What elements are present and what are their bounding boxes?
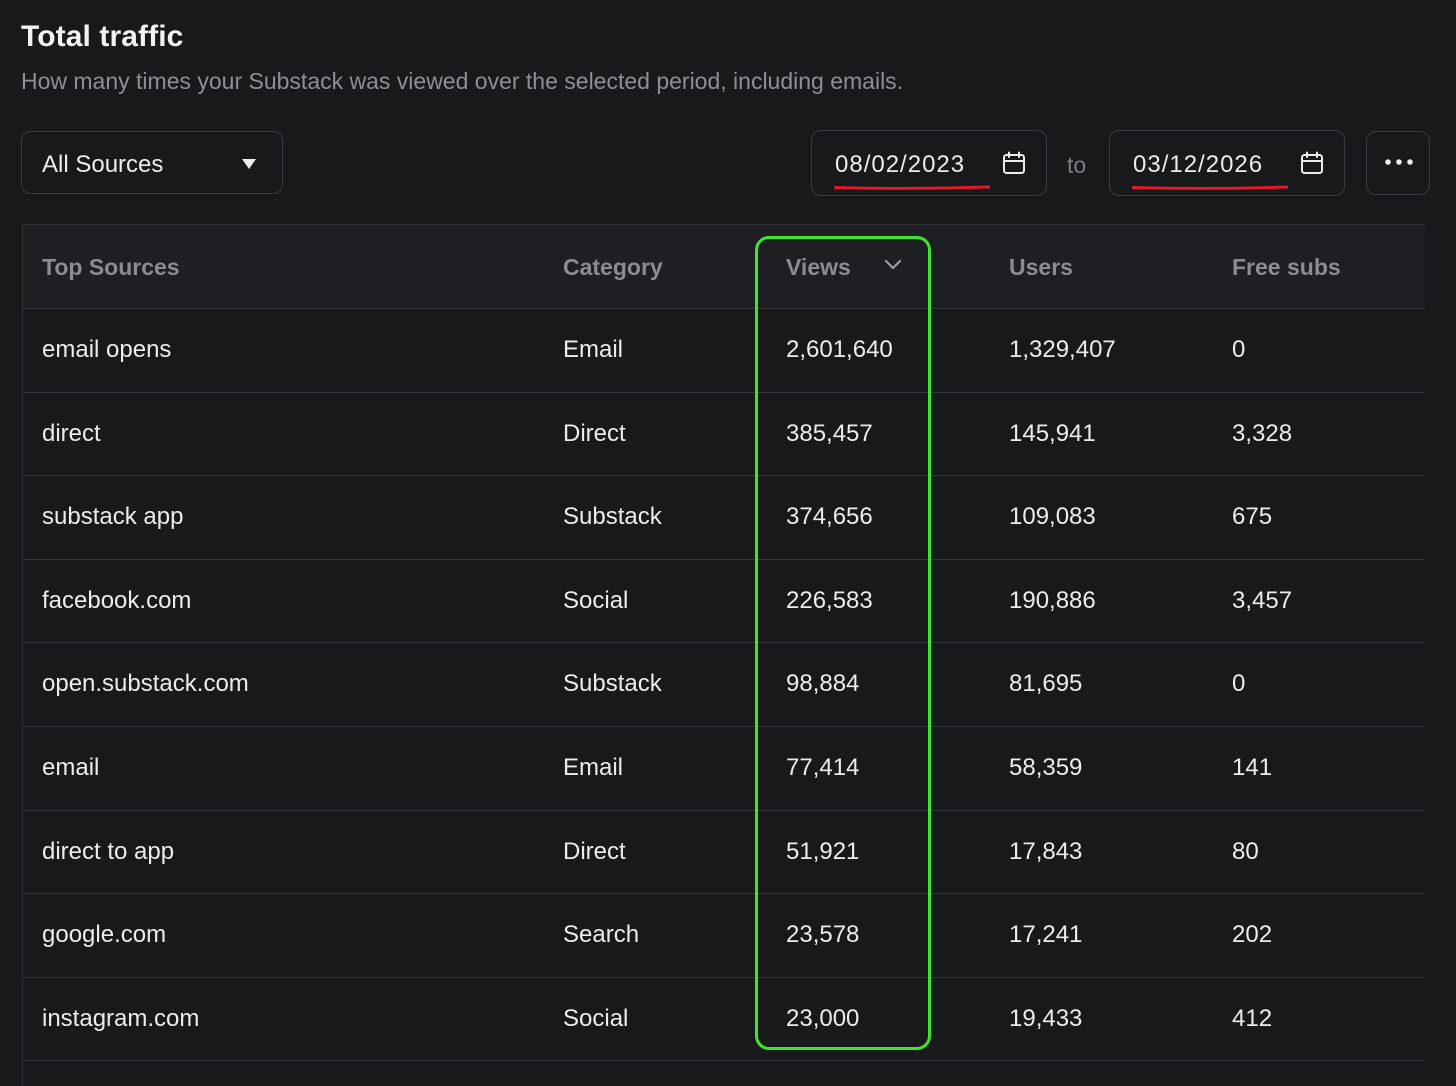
cell-users: 109,083 — [1009, 503, 1096, 531]
cell-views: 226,583 — [786, 586, 873, 614]
cell-free-subs: 202 — [1232, 921, 1273, 949]
column-header-views[interactable]: Views — [786, 254, 851, 281]
ellipsis-icon — [1385, 159, 1413, 165]
cell-views: 2,601,640 — [786, 336, 893, 363]
cell-views: 374,656 — [786, 503, 873, 531]
source-filter-value: All Sources — [42, 151, 164, 178]
cell-source: instagram.com — [42, 1004, 200, 1032]
cell-users: 81,695 — [1009, 670, 1083, 698]
cell-free-subs: 412 — [1232, 1004, 1273, 1032]
top-sources-table: Top Sources Category Views Users Free su… — [22, 224, 1425, 1086]
source-filter-dropdown[interactable]: All Sources — [21, 131, 283, 194]
column-header-free-subs[interactable]: Free subs — [1232, 254, 1341, 281]
date-from-value: 08/02/2023 — [835, 151, 966, 178]
cell-free-subs: 80 — [1232, 837, 1259, 865]
cell-views: 98,884 — [786, 670, 860, 698]
page-subtitle: How many times your Substack was viewed … — [21, 68, 904, 94]
table-row[interactable]: facebook.com Social 226,583 190,886 3,45… — [23, 560, 1425, 644]
cell-source: email opens — [42, 336, 172, 363]
cell-source: email — [42, 754, 100, 781]
cell-views: 23,578 — [786, 921, 860, 949]
date-to-value: 03/12/2026 — [1133, 151, 1264, 178]
cell-category: Social — [563, 586, 629, 614]
more-options-button[interactable] — [1366, 131, 1430, 195]
cell-category: Substack — [563, 503, 662, 531]
cell-views: 51,921 — [786, 837, 860, 865]
traffic-page: Total traffic How many times your Substa… — [0, 0, 1456, 1086]
cell-category: Direct — [563, 419, 626, 447]
table-row[interactable]: direct Direct 385,457 145,941 3,328 — [23, 393, 1425, 477]
cell-users: 58,359 — [1009, 754, 1083, 781]
cell-users: 145,941 — [1009, 419, 1096, 447]
cell-users: 19,433 — [1009, 1004, 1083, 1032]
table-row[interactable]: google.com Search 23,578 17,241 202 — [23, 894, 1425, 978]
calendar-icon[interactable] — [1002, 151, 1026, 175]
cell-free-subs: 3,328 — [1232, 419, 1293, 447]
table-row[interactable]: direct to app Direct 51,921 17,843 80 — [23, 811, 1425, 895]
cell-category: Email — [563, 754, 624, 781]
date-from-input[interactable]: 08/02/2023 — [811, 130, 1047, 196]
cell-source: substack app — [42, 503, 184, 531]
caret-down-icon — [242, 159, 256, 169]
cell-source: google.com — [42, 921, 167, 949]
cell-users: 190,886 — [1009, 586, 1096, 614]
cell-free-subs: 675 — [1232, 503, 1273, 531]
cell-category: Substack — [563, 670, 662, 698]
table-header-row: Top Sources Category Views Users Free su… — [23, 225, 1425, 309]
table-row[interactable]: open.substack.com Substack 98,884 81,695… — [23, 643, 1425, 727]
table-row[interactable]: email opens Email 2,601,640 1,329,407 0 — [23, 309, 1425, 393]
red-underline-annotation — [834, 185, 990, 190]
cell-users: 17,241 — [1009, 921, 1083, 949]
cell-category: Search — [563, 921, 640, 949]
cell-users: 1,329,407 — [1009, 336, 1116, 363]
column-header-users[interactable]: Users — [1009, 254, 1073, 281]
cell-source: open.substack.com — [42, 670, 249, 698]
cell-source: direct to app — [42, 837, 175, 865]
table-row[interactable]: email Email 77,414 58,359 141 — [23, 727, 1425, 811]
column-header-top-sources[interactable]: Top Sources — [42, 254, 180, 281]
cell-users: 17,843 — [1009, 837, 1083, 865]
cell-free-subs: 141 — [1232, 754, 1273, 781]
date-range-separator: to — [1067, 152, 1087, 178]
cell-category: Direct — [563, 837, 626, 865]
cell-views: 385,457 — [786, 419, 873, 447]
cell-source: direct — [42, 419, 101, 447]
column-header-category[interactable]: Category — [563, 254, 663, 281]
cell-free-subs: 3,457 — [1232, 586, 1293, 614]
calendar-icon[interactable] — [1300, 151, 1324, 175]
page-title: Total traffic — [21, 20, 184, 53]
table-row[interactable]: substack app Substack 374,656 109,083 67… — [23, 476, 1425, 560]
cell-category: Email — [563, 336, 624, 363]
cell-views: 77,414 — [786, 754, 860, 781]
table-row[interactable]: instagram.com Social 23,000 19,433 412 — [23, 978, 1425, 1062]
cell-category: Social — [563, 1004, 629, 1032]
red-underline-annotation — [1132, 185, 1288, 190]
cell-free-subs: 0 — [1232, 336, 1246, 363]
date-to-input[interactable]: 03/12/2026 — [1109, 130, 1345, 196]
cell-free-subs: 0 — [1232, 670, 1246, 698]
chevron-down-icon[interactable] — [884, 259, 902, 271]
cell-source: facebook.com — [42, 586, 192, 614]
cell-views: 23,000 — [786, 1004, 860, 1032]
